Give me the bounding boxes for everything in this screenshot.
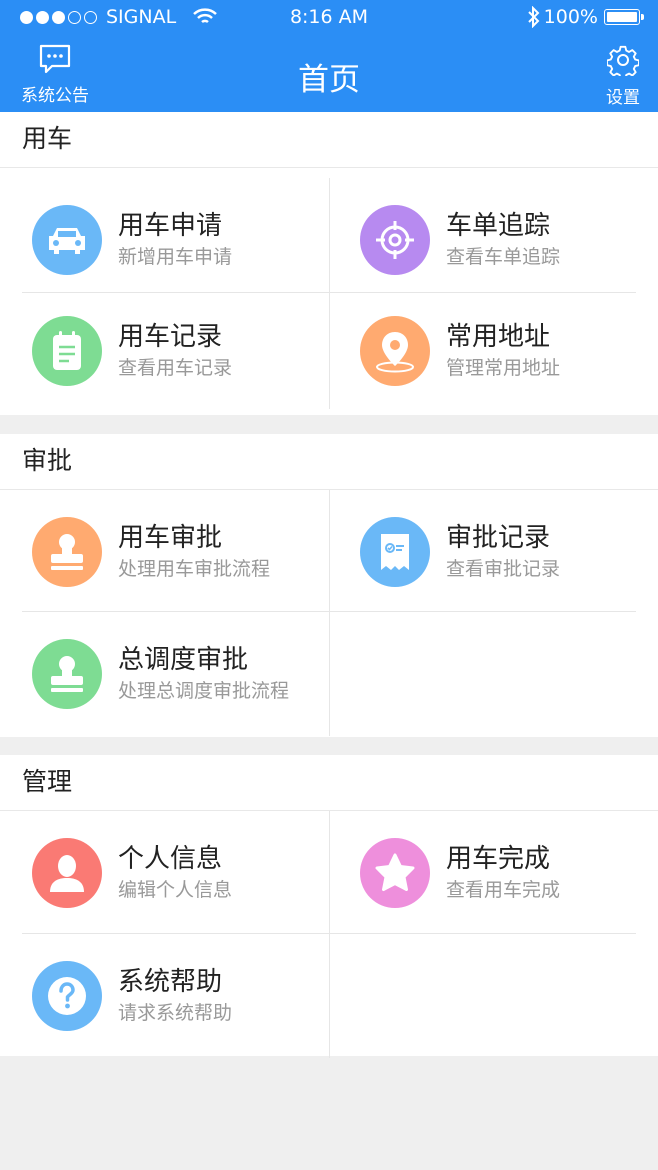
location-pin-icon <box>360 316 430 386</box>
gear-icon <box>606 45 640 80</box>
menu-item-subtitle: 处理总调度审批流程 <box>118 680 290 702</box>
receipt-icon <box>360 517 430 587</box>
menu-item-car-request[interactable]: 用车申请新增用车申请 <box>0 178 330 302</box>
section-approval: 审批 用车审批处理用车审批流程 审批记录查看审批记录 总调度审批处理总调度审批流… <box>0 434 658 737</box>
section-car: 用车 用车申请新增用车申请 车单追踪查看车单追踪 用车记录查看用车记录 常用地址… <box>0 112 658 415</box>
menu-item-subtitle: 新增用车申请 <box>118 246 233 268</box>
menu-item-subtitle: 管理常用地址 <box>446 357 561 379</box>
menu-item-title: 用车记录 <box>118 322 223 352</box>
menu-item-approval-records[interactable]: 审批记录查看审批记录 <box>330 490 658 614</box>
menu-item-title: 个人信息 <box>118 844 223 874</box>
stamp-icon <box>32 639 102 709</box>
menu-item-title: 用车申请 <box>118 211 223 241</box>
menu-item-subtitle: 编辑个人信息 <box>118 879 233 901</box>
status-bar: SIGNAL 8:16 AM 100% <box>0 0 658 36</box>
menu-item-title: 用车完成 <box>446 844 551 874</box>
menu-item-common-address[interactable]: 常用地址管理常用地址 <box>330 293 658 409</box>
menu-item-subtitle: 处理用车审批流程 <box>118 558 271 580</box>
menu-item-subtitle: 查看审批记录 <box>446 558 561 580</box>
car-icon <box>32 205 102 275</box>
menu-item-car-complete[interactable]: 用车完成查看用车完成 <box>330 811 658 935</box>
star-icon <box>360 838 430 908</box>
section-title: 管理 <box>0 755 658 811</box>
menu-item-car-records[interactable]: 用车记录查看用车记录 <box>0 293 330 409</box>
top-bar: SIGNAL 8:16 AM 100% 系统公告 首页 设置 <box>0 0 658 112</box>
menu-item-subtitle: 查看车单追踪 <box>446 246 561 268</box>
target-icon <box>360 205 430 275</box>
menu-item-dispatch-approval[interactable]: 总调度审批处理总调度审批流程 <box>0 612 330 736</box>
user-icon <box>32 838 102 908</box>
clipboard-icon <box>32 316 102 386</box>
menu-item-subtitle: 查看用车记录 <box>118 357 233 379</box>
battery-percent: 100% <box>543 6 598 28</box>
menu-item-title: 审批记录 <box>446 523 551 553</box>
menu-item-subtitle: 查看用车完成 <box>446 879 561 901</box>
menu-item-order-tracking[interactable]: 车单追踪查看车单追踪 <box>330 178 658 302</box>
settings-label: 设置 <box>606 88 640 108</box>
section-title: 审批 <box>0 434 658 490</box>
menu-item-title: 常用地址 <box>446 322 551 352</box>
bluetooth-icon <box>527 6 540 28</box>
section-title: 用车 <box>0 112 658 168</box>
menu-item-title: 车单追踪 <box>446 211 551 241</box>
menu-item-subtitle: 请求系统帮助 <box>118 1002 233 1024</box>
stamp-icon <box>32 517 102 587</box>
menu-item-personal-info[interactable]: 个人信息编辑个人信息 <box>0 811 330 935</box>
menu-item-title: 系统帮助 <box>118 967 223 997</box>
section-management: 管理 个人信息编辑个人信息 用车完成查看用车完成 系统帮助请求系统帮助 <box>0 755 658 1058</box>
menu-item-car-approval[interactable]: 用车审批处理用车审批流程 <box>0 490 330 614</box>
help-icon <box>32 961 102 1031</box>
battery-icon <box>604 9 644 25</box>
menu-item-title: 用车审批 <box>118 523 223 553</box>
menu-item-system-help[interactable]: 系统帮助请求系统帮助 <box>0 934 330 1058</box>
page-title: 首页 <box>298 62 360 98</box>
settings-button[interactable]: 设置 <box>600 44 646 108</box>
menu-item-title: 总调度审批 <box>118 645 249 675</box>
